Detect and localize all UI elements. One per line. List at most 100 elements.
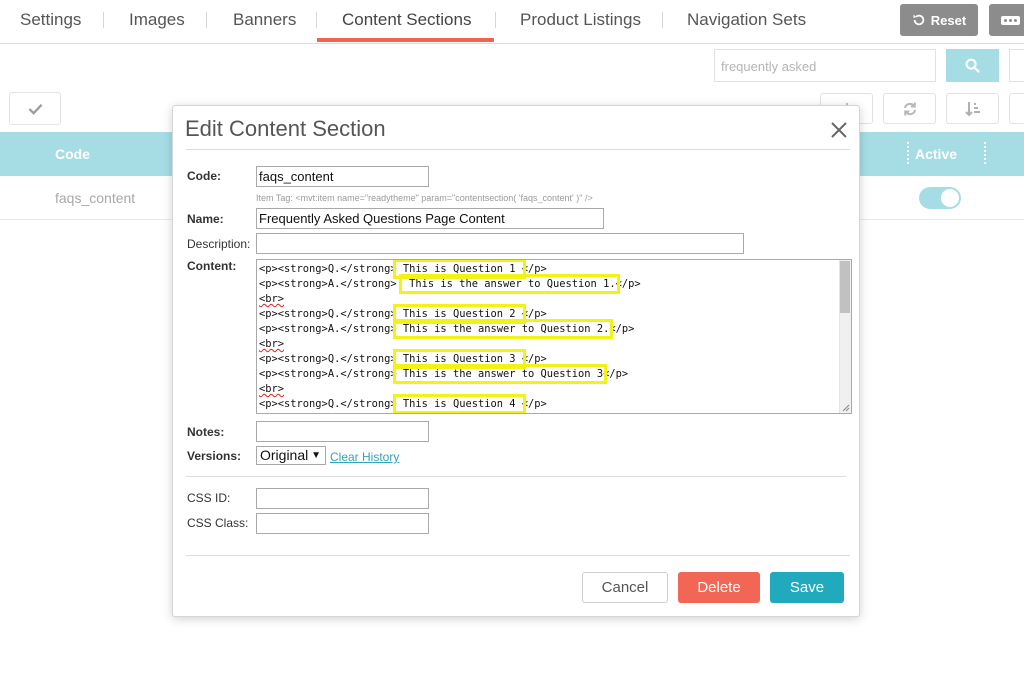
content-line: <p><strong>A.</strong> This is the answe… xyxy=(259,274,641,294)
description-input[interactable] xyxy=(256,233,744,254)
css-class-label: CSS Class: xyxy=(187,516,249,530)
dropdown-arrow-icon: ▼ xyxy=(311,450,321,461)
highlighted-text: This is Question 3 xyxy=(392,349,526,369)
versions-select[interactable]: Original ▼ xyxy=(256,446,326,465)
code-input[interactable]: faqs_content xyxy=(256,166,429,187)
markup-suffix: </p> xyxy=(521,263,547,275)
resize-handle-icon[interactable] xyxy=(841,403,850,412)
description-label: Description: xyxy=(187,237,251,251)
section-divider xyxy=(186,476,846,477)
tab-divider xyxy=(103,12,104,28)
name-label: Name: xyxy=(187,212,224,226)
refresh-icon xyxy=(913,14,925,26)
reset-label: Reset xyxy=(930,12,967,28)
reset-button[interactable]: Reset xyxy=(900,4,978,36)
page: Settings Images Banners Content Sections… xyxy=(0,0,1024,682)
content-line: <p><strong>Q.</strong> This is Question … xyxy=(259,260,641,279)
versions-label: Versions: xyxy=(187,449,242,463)
clear-history-link[interactable]: Clear History xyxy=(330,450,399,464)
tab-banners[interactable]: Banners xyxy=(233,0,296,42)
tab-product-listings[interactable]: Product Listings xyxy=(520,0,641,42)
css-class-input[interactable] xyxy=(256,513,429,534)
markup-suffix: </p> xyxy=(603,368,629,380)
tab-divider xyxy=(662,12,663,28)
css-id-input[interactable] xyxy=(256,488,429,509)
dialog-header-divider xyxy=(186,149,850,150)
markup-prefix: <p><strong>Q.</strong> xyxy=(259,353,397,365)
line-break-tag: <br> xyxy=(259,338,285,350)
notes-label: Notes: xyxy=(187,425,225,439)
tab-divider xyxy=(206,12,207,28)
refresh-list-button[interactable] xyxy=(883,93,936,124)
column-divider[interactable] xyxy=(907,142,909,164)
tab-divider xyxy=(316,12,317,28)
ellipsis-icon xyxy=(1001,15,1020,25)
delete-button[interactable]: Delete xyxy=(678,572,760,603)
close-icon xyxy=(831,122,847,138)
content-code: <p><strong>Q.</strong> This is Question … xyxy=(259,260,641,413)
content-label: Content: xyxy=(187,259,237,273)
save-button[interactable]: Save xyxy=(770,572,844,603)
content-line: <br> xyxy=(259,382,641,397)
sort-button[interactable] xyxy=(946,93,999,124)
markup-prefix: <p><strong>Q.</strong> xyxy=(259,263,397,275)
highlighted-text: This is the answer to Question 3 xyxy=(392,364,608,384)
markup-suffix: </p> xyxy=(615,278,641,290)
cancel-button[interactable]: Cancel xyxy=(582,572,668,603)
more-actions-button[interactable] xyxy=(989,4,1024,36)
highlighted-text: This is Question 4 xyxy=(392,394,526,413)
markup-suffix: </p> xyxy=(521,308,547,320)
content-line: <p><strong>A.</strong> This is the answe… xyxy=(259,364,641,384)
content-line: <p><strong>Q.</strong> This is Question … xyxy=(259,349,641,369)
markup-prefix: <p><strong>Q.</strong> xyxy=(259,308,397,320)
line-break-tag: <br> xyxy=(259,293,285,305)
sync-icon xyxy=(903,102,916,115)
markup-suffix: </p> xyxy=(609,323,635,335)
markup-prefix: <p><strong>A.</strong> xyxy=(259,368,397,380)
footer-divider xyxy=(186,555,850,556)
confirm-button[interactable] xyxy=(9,92,61,125)
code-label: Code: xyxy=(187,169,221,183)
item-tag-hint: Item Tag: <mvt:item name="readytheme" pa… xyxy=(256,193,593,203)
tab-images[interactable]: Images xyxy=(129,0,185,42)
markup-prefix: <p><strong>A.</strong> xyxy=(259,323,397,335)
name-input[interactable]: Frequently Asked Questions Page Content xyxy=(256,208,604,229)
highlighted-text: This is Question 2 xyxy=(392,304,526,324)
column-header-active[interactable]: Active xyxy=(915,146,957,162)
active-toggle[interactable] xyxy=(919,187,961,209)
tab-divider xyxy=(495,12,496,28)
row-code-cell: faqs_content xyxy=(55,190,136,206)
sort-icon xyxy=(964,101,980,116)
close-button[interactable] xyxy=(828,119,850,141)
tab-navigation-sets[interactable]: Navigation Sets xyxy=(687,0,806,42)
notes-input[interactable] xyxy=(256,421,429,442)
content-line: <br> xyxy=(259,337,641,352)
overflow-button[interactable] xyxy=(1009,93,1024,124)
tab-bar: Settings Images Banners Content Sections… xyxy=(0,0,1024,44)
column-header-code[interactable]: Code xyxy=(55,146,90,162)
search-input[interactable]: frequently asked xyxy=(714,49,936,82)
highlighted-text: This is Question 1 xyxy=(392,260,526,279)
search-button[interactable] xyxy=(946,49,999,82)
content-scrollbar[interactable] xyxy=(839,260,851,413)
content-textarea[interactable]: <p><strong>Q.</strong> This is Question … xyxy=(256,259,852,414)
dialog-title: Edit Content Section xyxy=(185,116,386,141)
versions-selected-value: Original xyxy=(260,447,309,463)
content-line: <br> xyxy=(259,292,641,307)
content-line: <p><strong>A.</strong> This is the answe… xyxy=(259,319,641,339)
content-line: <p><strong>Q.</strong> This is Question … xyxy=(259,394,641,413)
search-icon xyxy=(965,58,980,73)
tab-content-sections[interactable]: Content Sections xyxy=(342,0,471,42)
css-id-label: CSS ID: xyxy=(187,491,231,505)
active-tab-indicator xyxy=(317,38,494,42)
highlighted-text: This is the answer to Question 2. xyxy=(392,319,614,339)
content-line: <p><strong>Q.</strong> This is Question … xyxy=(259,304,641,324)
column-divider[interactable] xyxy=(984,142,986,164)
markup-prefix: <p><strong>Q.</strong> xyxy=(259,398,397,410)
filter-button[interactable] xyxy=(1009,49,1024,82)
edit-content-section-dialog: Edit Content Section Code: faqs_content … xyxy=(172,105,860,617)
scroll-thumb[interactable] xyxy=(840,261,850,313)
markup-suffix: </p> xyxy=(521,353,547,365)
tab-settings[interactable]: Settings xyxy=(20,0,81,42)
line-break-tag: <br> xyxy=(259,383,285,395)
